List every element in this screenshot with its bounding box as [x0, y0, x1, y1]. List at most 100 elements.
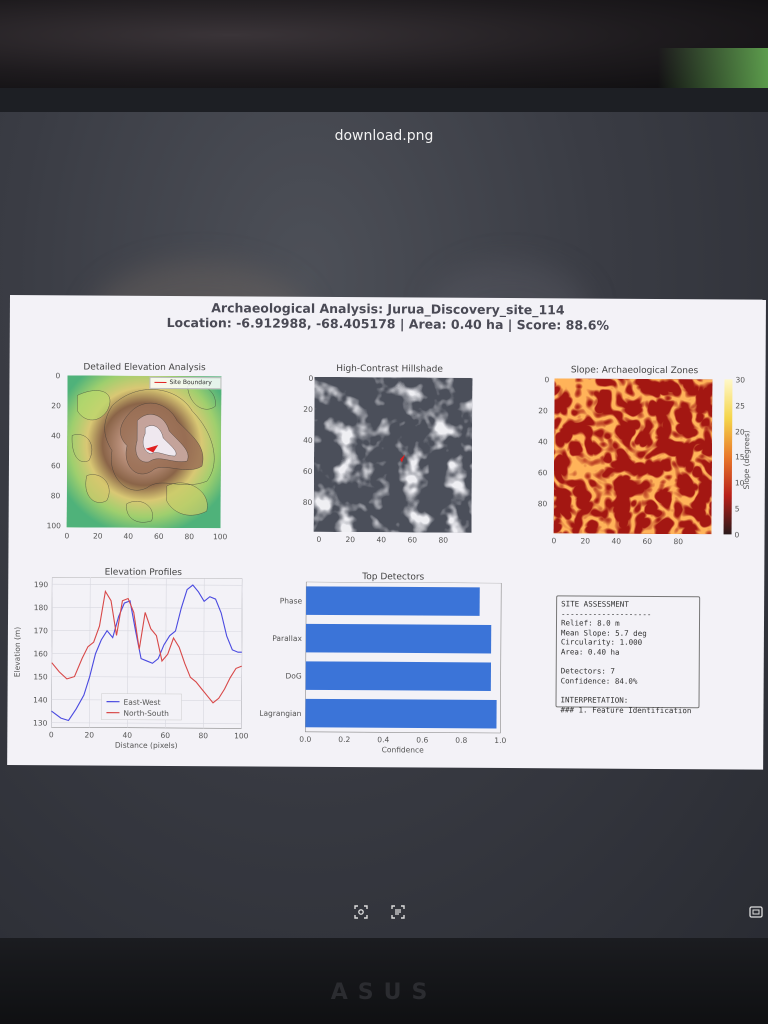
elevation-xtick: 20: [93, 531, 103, 541]
viewer-file-title: download.png: [334, 128, 434, 144]
hillshade-xtick: 20: [345, 535, 356, 545]
elevation-ytick: 0: [55, 371, 61, 381]
hillshade-ytick: 40: [303, 435, 313, 445]
line-chart-xtick: 40: [123, 731, 133, 740]
slope-map: [553, 378, 713, 535]
text-scan-icon[interactable]: [390, 905, 406, 921]
hillshade-ytick: 0: [308, 373, 314, 383]
assessment-line: ### 1. Feature Identification: [560, 704, 692, 715]
legend-label: North-South: [123, 709, 169, 718]
elevation-ytick: 60: [50, 461, 61, 471]
desk-background: [0, 0, 768, 88]
bar-chart-xtick: 0.2: [338, 735, 350, 744]
colorbar-label-rotated: Slope (degrees): [741, 430, 752, 490]
line-chart-xtick: 20: [85, 730, 95, 739]
slope-xtick: 0: [551, 536, 557, 546]
hillshade-xtick: 80: [438, 535, 449, 545]
hillshade-panel-title: High-Contrast Hillshade: [336, 363, 443, 375]
fullscreen-icon-svg: [749, 906, 763, 918]
legend-site-boundary: Site Boundary: [169, 378, 212, 387]
colorbar-tick: 0: [734, 530, 740, 540]
elevation-contour-svg: [66, 375, 222, 529]
assessment-line: Confidence: 84.0%: [560, 676, 638, 686]
slope-xtick: 40: [611, 536, 622, 546]
analysis-figure: Archaeological Analysis: Jurua_Discovery…: [7, 295, 766, 770]
slope-ytick: 80: [537, 499, 548, 509]
bar-chart-xtick: 0.0: [299, 735, 311, 744]
assessment-line: Detectors: 7: [560, 666, 615, 676]
detector-bar: [305, 623, 492, 654]
colorbar-tick: 5: [734, 504, 740, 514]
detector-bar: [306, 586, 480, 616]
site-assessment-box: SITE ASSESSMENT -------------------- Relie…: [555, 595, 701, 715]
desk-foliage: [658, 48, 768, 88]
slope-ytick: 60: [537, 468, 548, 478]
elevation-panel-title: Detailed Elevation Analysis: [83, 362, 206, 374]
slope-colorbar: [723, 379, 733, 535]
elevation-ytick: 20: [51, 401, 61, 411]
colorbar-tick: 30: [735, 375, 746, 385]
slope-xtick: 20: [580, 536, 591, 546]
slope-ytick: 0: [544, 375, 550, 385]
elevation-xtick: 0: [64, 531, 70, 541]
slope-xtick: 60: [642, 536, 653, 546]
line-chart-ylabel: Elevation (m): [13, 627, 22, 678]
line-chart-xtick: 0: [49, 730, 54, 739]
colorbar-tick: 25: [735, 401, 745, 411]
bar-chart-xtick: 0.6: [416, 735, 428, 744]
elevation-xtick: 80: [184, 532, 195, 542]
detector-label: Phase: [280, 596, 303, 605]
hillshade-ytick: 20: [303, 404, 313, 414]
elevation-map: Site Boundary: [66, 375, 222, 529]
line-chart-ytick: 180: [34, 603, 49, 612]
detector-bar: [305, 661, 492, 691]
detector-label: Parallax: [272, 634, 302, 643]
line-chart-ytick: 190: [34, 580, 49, 589]
slope-ytick: 40: [538, 437, 548, 447]
detector-bar-chart: Phase Parallax DoG Lagrangian 0.0 0.2 0.4 0.6 0.…: [259, 581, 507, 755]
assessment-line: SITE ASSESSMENT: [561, 599, 629, 609]
text-scan-icon-svg: [391, 905, 405, 919]
hillshade-xtick: 40: [376, 535, 387, 545]
line-chart-ytick: 150: [33, 672, 48, 681]
line-chart-ytick: 130: [33, 719, 48, 728]
elevation-xtick: 60: [154, 531, 164, 541]
bar-chart-xtick: 0.8: [455, 736, 467, 745]
hillshade-xtick: 0: [316, 534, 322, 544]
assessment-line: INTERPRETATION:: [560, 695, 629, 705]
bar-chart-xtick: 0.4: [377, 735, 389, 744]
lens-icon[interactable]: [353, 905, 369, 921]
monitor-brand-logo: ASUS: [330, 980, 438, 1005]
detector-bar: [305, 698, 497, 729]
hillshade-ytick: 80: [302, 497, 313, 507]
fullscreen-icon[interactable]: [748, 905, 764, 921]
bar-chart-xtick: 1.0: [494, 736, 506, 745]
lens-icon-svg: [354, 905, 368, 919]
slope-svg: [553, 378, 713, 535]
hillshade-svg: [313, 376, 473, 533]
hillshade-xtick: 60: [407, 535, 418, 545]
elevation-xtick: 100: [212, 532, 228, 542]
legend-label: East-West: [123, 698, 160, 707]
slope-ytick: 20: [538, 406, 548, 416]
line-chart-xtick: 60: [161, 731, 171, 740]
elevation-ytick: 40: [51, 431, 61, 441]
line-chart-ytick: 170: [34, 626, 49, 635]
slope-panel-title: Slope: Archaeological Zones: [570, 365, 699, 377]
detector-label: DoG: [285, 671, 301, 680]
detector-label: Lagrangian: [259, 709, 301, 718]
elevation-ytick: 80: [50, 491, 61, 501]
hillshade-ytick: 60: [302, 466, 313, 476]
line-chart-xtick: 80: [199, 731, 209, 740]
bar-chart-xlabel: Confidence: [382, 745, 425, 754]
elevation-legend: Site Boundary: [149, 376, 222, 390]
elevation-ytick: 100: [46, 521, 61, 531]
hillshade-map: [313, 376, 473, 533]
elevation-profile-chart: 0 20 40 60 80 100130140150160170180190Distanc…: [13, 576, 249, 750]
line-chart-ytick: 160: [33, 649, 48, 658]
figure-subtitle: Location: -6.912988, -68.405178 | Area: …: [166, 314, 610, 333]
line-chart-xlabel: Distance (pixels): [115, 741, 178, 750]
elevation-xtick: 40: [123, 531, 134, 541]
slope-xtick: 80: [673, 537, 684, 547]
legend-red-line: [154, 381, 167, 384]
